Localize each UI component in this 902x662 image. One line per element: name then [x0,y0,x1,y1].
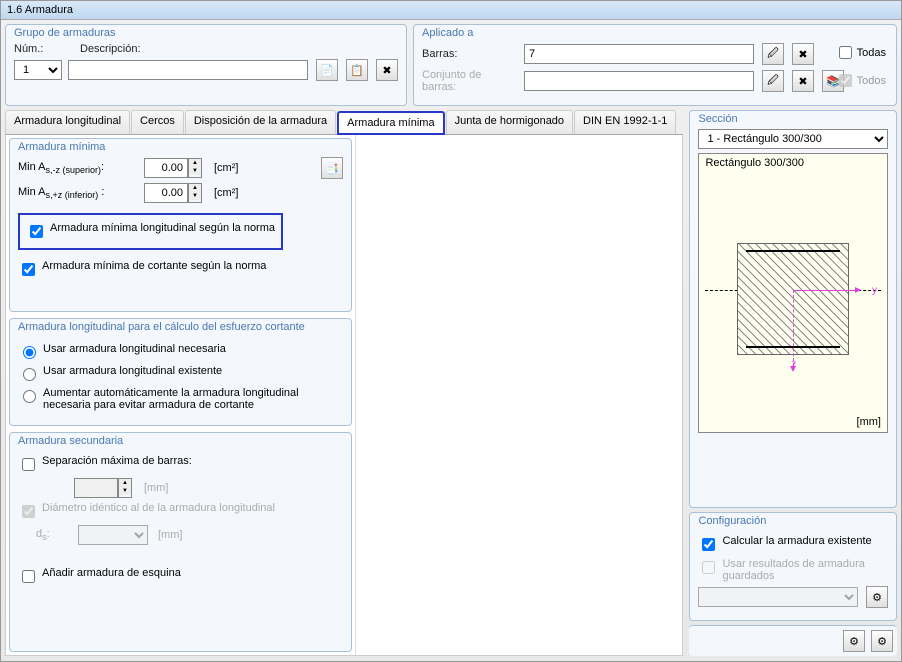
grupo-armaduras-group: Grupo de armaduras Núm.: Descripción: 1 … [5,24,407,106]
preview-caption: Rectángulo 300/300 [705,157,803,169]
min-asz-spinner[interactable]: ▲▼ [144,158,204,178]
mm-label: [mm] [857,416,881,428]
chk-arm-min-cort-label: Armadura mínima de cortante según la nor… [42,260,266,272]
config-group: Configuración Calcular la armadura exist… [689,512,897,621]
z-label: z [791,359,796,370]
conjunto-input [524,71,754,91]
armadura-secundaria-panel: Armadura secundaria Separación máxima de… [9,432,352,652]
min-aspz-spinner[interactable]: ▲▼ [144,183,204,203]
cm2-unit: [cm²] [214,162,238,174]
chk-separacion[interactable] [22,458,35,471]
y-axis-line [793,290,855,291]
sep-spinner: ▲▼ [74,478,134,498]
armadura-longitudinal-panel: Armadura longitudinal para el cálculo de… [9,318,352,426]
delete-icon[interactable]: ✖ [376,59,398,81]
chk-usar-resultados [702,561,715,574]
esq-label: Añadir armadura de esquina [42,567,181,579]
highlighted-option: Armadura mínima longitudinal según la no… [18,213,283,250]
todas-label: Todas [857,47,886,59]
tab-armadura-minima[interactable]: Armadura mínima [337,111,444,135]
chk-esquina[interactable] [22,570,35,583]
y-label: y [872,285,877,296]
tab-din[interactable]: DIN EN 1992-1-1 [574,110,676,134]
tab-junta[interactable]: Junta de hormigonado [446,110,573,134]
armadura-minima-panel: Armadura mínima Min As,-z (superior): ▲▼… [9,138,352,312]
todos-label: Todos [857,75,886,87]
z-axis-line [793,290,794,366]
y-axis-head [855,287,861,293]
todos-checkbox [839,74,852,87]
tool2-icon[interactable]: ⚙ [871,630,893,652]
delete-barras-icon[interactable]: ✖ [792,43,814,65]
chk-calcular[interactable] [702,538,715,551]
tool1-icon[interactable]: ⚙ [843,630,865,652]
chk-arm-min-cort[interactable] [22,263,35,276]
barras-label: Barras: [422,48,518,60]
tab-armadura-longitudinal[interactable]: Armadura longitudinal [5,110,130,134]
min-aspz-label: Min As,+z (inferior) : [18,186,138,200]
radio-existente[interactable] [23,368,36,381]
radio-aumentar[interactable] [23,390,36,403]
tab-cercos[interactable]: Cercos [131,110,184,134]
aplicado-title: Aplicado a [422,27,473,39]
tab-bar: Armadura longitudinal Cercos Disposición… [5,110,683,135]
chk-arm-min-long[interactable] [30,225,43,238]
copy-icon[interactable]: 📋 [346,59,368,81]
pick-icon[interactable]: 🖉 [762,43,784,65]
armmin-title: Armadura mínima [18,141,105,153]
lib-button[interactable]: 📑 [321,157,343,179]
seccion-group: Sección 1 - Rectángulo 300/300 Rectángul… [689,110,897,508]
diam-label: Diámetro idéntico al de la armadura long… [42,502,275,514]
seccion-title: Sección [698,113,737,125]
resultados-select [698,587,858,607]
calc-label: Calcular la armadura existente [722,535,871,547]
min-asz-label: Min As,-z (superior): [18,161,138,175]
todas-checkbox[interactable] [839,46,852,59]
sep-label: Separación máxima de barras: [42,455,192,467]
desc-input[interactable] [68,60,308,80]
armsec-title: Armadura secundaria [18,435,123,447]
new-icon[interactable]: 📄 [316,59,338,81]
ds-select [78,525,148,545]
config-title: Configuración [698,515,766,527]
num-label: Núm.: [14,43,43,55]
armlong-title: Armadura longitudinal para el cálculo de… [18,321,305,333]
ds-label: ds: [36,528,72,542]
tab-disposicion[interactable]: Disposición de la armadura [185,110,336,134]
radio-necesaria[interactable] [23,346,36,359]
section-preview: Rectángulo 300/300 y z [mm] [698,153,888,433]
grupo-title: Grupo de armaduras [14,27,116,39]
barras-input[interactable] [524,44,754,64]
num-select[interactable]: 1 [14,60,62,80]
del2-icon[interactable]: ✖ [792,70,814,92]
config-tool-icon[interactable]: ⚙ [866,586,888,608]
chk-arm-min-long-label: Armadura mínima longitudinal según la no… [50,222,275,234]
desc-label: Descripción: [80,43,141,55]
chk-diametro [22,505,35,518]
seccion-select[interactable]: 1 - Rectángulo 300/300 [698,129,888,149]
window-title: 1.6 Armadura [1,1,901,20]
bottom-bar: ⚙ ⚙ [689,625,897,656]
aplicado-group: Aplicado a Barras: 🖉 ✖ Conjunto de barra… [413,24,897,106]
usar-label: Usar resultados de armadura guardados [722,558,888,582]
preview-blank [356,135,682,655]
pick2-icon[interactable]: 🖉 [762,70,784,92]
window: 1.6 Armadura Grupo de armaduras Núm.: De… [0,0,902,662]
conjunto-label: Conjunto de barras: [422,69,518,93]
